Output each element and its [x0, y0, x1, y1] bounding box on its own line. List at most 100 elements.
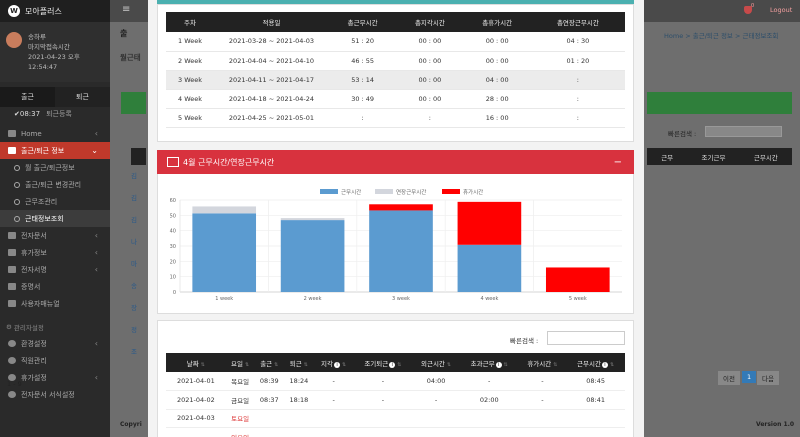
bg-row-name[interactable]: 마	[131, 258, 146, 268]
pager-page[interactable]: 1	[742, 371, 757, 383]
sort-icon[interactable]: ⇅	[397, 362, 401, 368]
chevron-left-icon: ‹	[94, 373, 98, 382]
bg-row-name[interactable]: 나	[131, 236, 146, 246]
daily-col-header[interactable]: 외근시간 ⇅	[412, 353, 460, 372]
collapse-button[interactable]: −	[614, 157, 622, 168]
daily-cell	[566, 409, 625, 428]
staff-icon	[8, 357, 16, 364]
legend-label: 근무시간	[341, 188, 361, 196]
sort-icon[interactable]: ⇅	[504, 362, 508, 368]
sidebar-item-env[interactable]: 환경설정 ‹	[0, 335, 110, 352]
gear-icon: ⚙	[6, 322, 14, 331]
sidebar-item-label: 전자서명	[21, 265, 47, 274]
logout-link[interactable]: Logout	[770, 6, 792, 14]
pager-next[interactable]: 다음	[757, 371, 779, 385]
sidebar-item-esign[interactable]: 전자서명 ‹	[0, 261, 110, 278]
sort-icon[interactable]: ⇅	[610, 362, 614, 368]
daily-col-header[interactable]: 요일 ⇅	[225, 353, 255, 372]
bar-근무시간	[192, 213, 257, 292]
daily-col-header[interactable]: 지각 i ⇅	[313, 353, 354, 372]
page-title: 출	[120, 29, 128, 38]
check-in-button[interactable]: 출근	[0, 87, 55, 107]
sort-icon[interactable]: ⇅	[342, 362, 346, 368]
y-tick-label: 10	[170, 275, 176, 281]
bg-row-name[interactable]: 조	[131, 346, 146, 356]
daily-col-label: 지각	[321, 359, 334, 368]
bg-col-work[interactable]: 근무	[661, 152, 673, 162]
sort-icon[interactable]: ⇅	[274, 362, 278, 368]
register-button[interactable]: 퇴근등록	[46, 109, 72, 119]
sidebar-item-manual[interactable]: 사용자매뉴얼	[0, 295, 110, 312]
daily-cell	[166, 427, 226, 437]
sort-icon[interactable]: ⇅	[304, 362, 308, 368]
daily-col-header[interactable]: 퇴근 ⇅	[284, 353, 314, 372]
daily-cell: 금요일	[225, 390, 255, 410]
daily-col-header[interactable]: 날짜 ⇅	[166, 353, 226, 372]
weekly-cell: 1 Week	[166, 32, 214, 52]
bg-search-input[interactable]	[705, 126, 782, 137]
sidebar-item-change[interactable]: 출근/퇴근 변경관리	[0, 176, 110, 193]
sort-icon[interactable]: ⇅	[553, 362, 557, 368]
daily-col-header[interactable]: 근무시간 i ⇅	[566, 353, 625, 372]
legend-swatch	[320, 189, 338, 194]
bg-row-name[interactable]: 장	[131, 302, 146, 312]
bg-row-name[interactable]: 김	[131, 170, 146, 180]
sidebar-item-staff[interactable]: 직원관리	[0, 352, 110, 369]
time-row: ✔ 08:37 퇴근등록	[0, 107, 110, 121]
daily-col-header[interactable]: 출근 ⇅	[254, 353, 285, 372]
bg-col-early[interactable]: 조기근무	[702, 152, 726, 162]
daily-cell: 목요일	[225, 372, 255, 391]
sidebar-menu: Home ‹ 출근/퇴근 정보 ⌄ 월 출근/퇴근정보 출근/퇴근 변경관리 근무조…	[0, 125, 110, 403]
check-out-button[interactable]: 퇴근	[55, 87, 110, 107]
bg-row-name[interactable]: 김	[131, 214, 146, 224]
daily-cell: -	[518, 372, 567, 391]
daily-col-header[interactable]: 초과근무 i ⇅	[459, 353, 519, 372]
legend-swatch	[375, 189, 393, 194]
bar-chart: 근무시간 연장근무시간 휴가시간 0 10 20 30 40 50 60 1 week 2 week 3…	[170, 188, 622, 302]
bg-col-hours[interactable]: 근무시간	[754, 152, 778, 162]
bg-row-name[interactable]: 김	[131, 192, 146, 202]
sort-icon[interactable]: ⇅	[447, 362, 451, 368]
bg-table-header: 근무 조기근무 근무시간	[647, 148, 792, 165]
x-tick-label: 1 week	[215, 296, 233, 302]
x-tick-label: 5 week	[569, 296, 587, 302]
sidebar-item-certificate[interactable]: 증명서	[0, 278, 110, 295]
bg-row-name[interactable]: 송	[131, 280, 146, 290]
daily-cell: 2021-04-03	[166, 409, 226, 428]
daily-search-input[interactable]	[547, 331, 625, 345]
daily-cell: 토요일	[225, 409, 255, 428]
circle-icon	[14, 181, 20, 188]
daily-search-label: 빠른검색 :	[510, 337, 539, 345]
sidebar-item-home[interactable]: Home ‹	[0, 125, 110, 142]
bg-row-name[interactable]: 정	[131, 324, 146, 334]
weekly-cell: 2021-04-18 ~ 2021-04-24	[214, 89, 329, 109]
bar-연장근무시간	[280, 218, 345, 221]
chart-container: 근무시간 연장근무시간 휴가시간 0 10 20 30 40 50 60 1 week 2 week 3…	[157, 174, 634, 314]
daily-cell: -	[459, 372, 519, 391]
sidebar-item-monthly[interactable]: 월 출근/퇴근정보	[0, 159, 110, 176]
chevron-down-icon: ⌄	[91, 146, 98, 155]
breadcrumb[interactable]: Home > 출근/퇴근 정보 > 근태정보조회	[664, 30, 778, 40]
sidebar-item-edoc[interactable]: 전자문서 ‹	[0, 227, 110, 244]
daily-col-header[interactable]: 휴가시간 ⇅	[518, 353, 567, 372]
sort-icon[interactable]: ⇅	[201, 362, 205, 368]
weekly-cell: 00 : 00	[463, 32, 531, 52]
sidebar-item-shift[interactable]: 근무조관리	[0, 193, 110, 210]
sort-icon[interactable]: ⇅	[245, 362, 249, 368]
brand[interactable]: W 모아플러스	[0, 0, 110, 22]
pager-prev[interactable]: 이전	[718, 371, 740, 385]
bg-row-count: 1 - 9	[7, 380, 22, 388]
sidebar-item-vacation[interactable]: 휴가정보 ‹	[0, 244, 110, 261]
circle-icon	[14, 215, 20, 222]
daily-col-label: 출근	[260, 359, 273, 368]
daily-cell: 08:37	[254, 390, 285, 410]
daily-cell	[284, 409, 314, 428]
daily-cell	[313, 409, 354, 428]
sidebar-item-attendance[interactable]: 출근/퇴근 정보 ⌄	[0, 142, 110, 159]
daily-col-header[interactable]: 조기퇴근 i ⇅	[353, 353, 413, 372]
sidebar-item-attendance-lookup[interactable]: 근태정보조회	[0, 210, 110, 227]
hamburger-icon[interactable]: ≡	[122, 4, 130, 15]
weekly-cell: 2021-04-11 ~ 2021-04-17	[214, 70, 329, 90]
daily-cell	[412, 427, 460, 437]
daily-row: 2021-04-03 토요일	[166, 409, 625, 428]
